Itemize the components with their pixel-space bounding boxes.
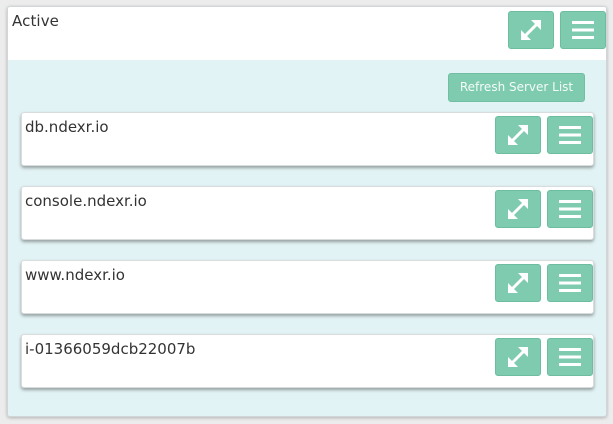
- refresh-server-list-button[interactable]: Refresh Server List: [448, 73, 585, 102]
- panel-header: Active: [8, 7, 606, 60]
- server-menu-button[interactable]: [547, 264, 593, 302]
- server-expand-button[interactable]: [495, 116, 541, 154]
- server-name: i-01366059dcb22007b: [25, 340, 196, 358]
- hamburger-menu-icon: [572, 21, 594, 39]
- hamburger-menu-icon: [559, 348, 581, 366]
- server-card: www.ndexr.io: [21, 260, 594, 314]
- panel-expand-button[interactable]: [508, 11, 554, 49]
- hamburger-menu-icon: [559, 126, 581, 144]
- expand-icon: [508, 199, 528, 219]
- server-card: db.ndexr.io: [21, 112, 594, 166]
- expand-icon: [508, 125, 528, 145]
- server-name: www.ndexr.io: [25, 266, 125, 284]
- expand-icon: [521, 20, 541, 40]
- panel-menu-button[interactable]: [560, 11, 606, 49]
- server-expand-button[interactable]: [495, 190, 541, 228]
- active-panel: Active Refresh Server List db.ndexr.io c…: [7, 6, 607, 417]
- server-card: console.ndexr.io: [21, 186, 594, 240]
- server-menu-button[interactable]: [547, 116, 593, 154]
- hamburger-menu-icon: [559, 274, 581, 292]
- expand-icon: [508, 347, 528, 367]
- panel-title: Active: [12, 12, 59, 30]
- server-name: db.ndexr.io: [25, 118, 109, 136]
- server-menu-button[interactable]: [547, 190, 593, 228]
- server-card: i-01366059dcb22007b: [21, 334, 594, 388]
- server-menu-button[interactable]: [547, 338, 593, 376]
- server-name: console.ndexr.io: [25, 192, 147, 210]
- expand-icon: [508, 273, 528, 293]
- server-expand-button[interactable]: [495, 264, 541, 302]
- server-expand-button[interactable]: [495, 338, 541, 376]
- hamburger-menu-icon: [559, 200, 581, 218]
